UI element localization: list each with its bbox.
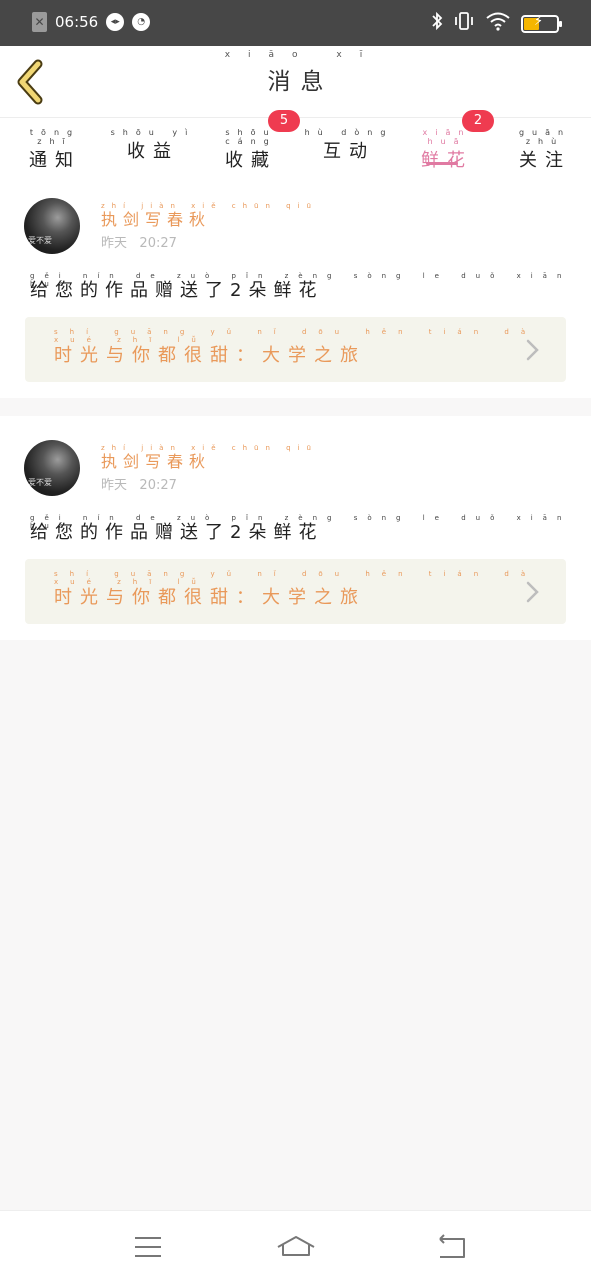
tab-pinyin: tōng zhī — [29, 128, 81, 146]
avatar[interactable]: 爱不爱 — [24, 198, 80, 254]
tab-flowers[interactable]: xiān huā 鲜花 2 — [394, 110, 494, 174]
tab-interactions[interactable]: hù dòng 互动 — [296, 118, 394, 174]
battery-icon: ⚡ — [521, 14, 562, 33]
tab-label: 通知 — [29, 150, 81, 171]
header: xiāo xī 消息 — [0, 46, 591, 118]
status-bar-right: ⚡ — [431, 11, 562, 37]
avatar[interactable]: 爱不爱 — [24, 440, 80, 496]
menu-button[interactable] — [128, 1229, 168, 1265]
tab-notifications[interactable]: tōng zhī 通知 — [2, 118, 100, 174]
vibrate-icon — [453, 11, 475, 37]
message-card: 爱不爱 zhí jiàn xiě chūn qiū 执剑写春秋 昨天 20:27… — [0, 174, 591, 398]
message-text: 给您的作品赠送了2朵鲜花 — [30, 522, 324, 543]
system-nav-bar — [0, 1210, 591, 1280]
user-name[interactable]: 执剑写春秋 — [101, 448, 211, 472]
tab-following[interactable]: guān zhù 关注 — [492, 118, 590, 174]
avatar-caption: 爱不爱 — [28, 478, 52, 487]
active-tab-indicator — [426, 162, 458, 165]
work-link[interactable]: shí guāng yǔ nǐ dōu hěn tián dà xué zhī … — [25, 559, 566, 624]
home-icon — [277, 1236, 315, 1256]
tab-label: 收益 — [127, 141, 179, 162]
avatar-caption: 爱不爱 — [28, 236, 52, 245]
speed-icon: ◔ — [132, 13, 151, 31]
work-title: 时光与你都很甜：大学之旅 — [54, 587, 366, 608]
status-bar-left: ✕ 06:56 ◂▸ ◔ — [32, 12, 151, 32]
message-time: 20:27 — [139, 236, 177, 251]
wechat-icon: ◂▸ — [106, 13, 125, 31]
tab-pinyin: guān zhù — [518, 128, 572, 146]
message-meta: 昨天 20:27 — [101, 232, 177, 251]
page-title: 消息 — [267, 69, 334, 95]
menu-icon — [135, 1237, 161, 1257]
status-bar: ✕ 06:56 ◂▸ ◔ ⚡ — [0, 0, 591, 46]
tab-earnings[interactable]: shōu yì 收益 — [100, 118, 198, 174]
message-text: 给您的作品赠送了2朵鲜花 — [30, 280, 324, 301]
message-meta: 昨天 20:27 — [101, 474, 177, 493]
message-date: 昨天 — [101, 478, 128, 493]
bluetooth-icon — [431, 11, 443, 37]
flowers-badge: 2 — [462, 110, 494, 132]
chevron-right-icon — [526, 339, 539, 361]
work-title: 时光与你都很甜：大学之旅 — [54, 345, 366, 366]
tab-favorites[interactable]: shōu cáng 收藏 5 — [198, 110, 300, 174]
wifi-icon — [485, 11, 511, 37]
tab-label: 互动 — [323, 141, 375, 162]
tab-label: 收藏 — [225, 150, 277, 171]
chevron-right-icon — [526, 581, 539, 603]
message-time: 20:27 — [139, 478, 177, 493]
user-name[interactable]: 执剑写春秋 — [101, 206, 211, 230]
back-icon — [439, 1234, 465, 1258]
sim-off-icon: ✕ — [32, 12, 47, 32]
home-button[interactable] — [276, 1229, 316, 1265]
message-date: 昨天 — [101, 236, 128, 251]
charging-bolt-icon: ⚡ — [534, 14, 544, 29]
tab-bar: tōng zhī 通知 shōu yì 收益 shōu cáng 收藏 5 hù… — [0, 110, 591, 174]
tab-label: 鲜花 — [421, 150, 473, 171]
status-time: 06:56 — [55, 13, 99, 31]
tab-pinyin: shōu yì — [110, 128, 196, 137]
tab-label: 关注 — [519, 150, 571, 171]
page-title-pinyin: xiāo xī — [224, 50, 381, 60]
message-card: 爱不爱 zhí jiàn xiě chūn qiū 执剑写春秋 昨天 20:27… — [0, 416, 591, 640]
work-link[interactable]: shí guāng yǔ nǐ dōu hěn tián dà xué zhī … — [25, 317, 566, 382]
back-nav-button[interactable] — [430, 1229, 470, 1265]
tab-pinyin: hù dòng — [304, 128, 394, 137]
